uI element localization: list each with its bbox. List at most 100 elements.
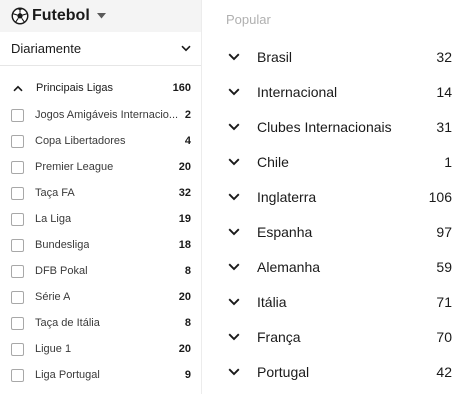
country-item[interactable]: França 70 xyxy=(203,319,466,354)
league-item[interactable]: Ligue 1 20 xyxy=(0,336,201,362)
period-label: Diariamente xyxy=(11,41,82,56)
league-name: Copa Libertadores xyxy=(35,135,126,147)
country-item[interactable]: Inglaterra 106 xyxy=(203,179,466,214)
league-count: 4 xyxy=(184,135,191,147)
league-checkbox[interactable] xyxy=(11,342,24,356)
country-name: Clubes Internacionais xyxy=(257,118,392,135)
league-count: 9 xyxy=(184,369,191,381)
league-checkbox[interactable] xyxy=(11,108,24,122)
country-count: 97 xyxy=(436,223,452,240)
chevron-down-icon xyxy=(228,298,240,305)
league-name: DFB Pokal xyxy=(35,265,88,277)
league-name: Bundesliga xyxy=(35,239,90,251)
country-count: 1 xyxy=(444,153,452,170)
country-item[interactable]: Alemanha 59 xyxy=(203,249,466,284)
league-name: Liga Portugal xyxy=(35,369,100,381)
country-item[interactable]: Itália 71 xyxy=(203,284,466,319)
country-item[interactable]: Clubes Internacionais 31 xyxy=(203,109,466,144)
league-item[interactable]: Taça de Itália 8 xyxy=(0,310,201,336)
chevron-down-icon xyxy=(228,123,240,130)
league-item[interactable]: Taça FA 32 xyxy=(0,180,201,206)
sports-filter-panel: Futebol Diariamente Principais Ligas 160… xyxy=(0,0,466,394)
country-count: 31 xyxy=(436,118,452,135)
league-count: 20 xyxy=(178,343,191,355)
popular-heading: Popular xyxy=(226,12,271,27)
country-name: Portugal xyxy=(257,363,310,380)
chevron-up-icon xyxy=(13,85,23,91)
league-count: 20 xyxy=(178,161,191,173)
country-count: 32 xyxy=(436,48,452,65)
league-item[interactable]: Liga Portugal 9 xyxy=(0,362,201,388)
country-count: 71 xyxy=(436,293,452,310)
league-item[interactable]: Bundesliga 18 xyxy=(0,232,201,258)
popular-countries-panel: Popular Brasil 32 Internacional 14 Clube… xyxy=(203,0,466,394)
sport-name: Futebol xyxy=(32,7,90,24)
league-count: 32 xyxy=(178,187,191,199)
league-count: 2 xyxy=(184,109,191,121)
country-name: Brasil xyxy=(257,48,293,65)
league-list: Jogos Amigáveis Internacio... 2 Copa Lib… xyxy=(0,102,201,388)
league-checkbox[interactable] xyxy=(11,160,24,174)
league-checkbox[interactable] xyxy=(11,134,24,148)
country-count: 70 xyxy=(436,328,452,345)
league-name: Premier League xyxy=(35,161,114,173)
league-group-header[interactable]: Principais Ligas 160 xyxy=(0,78,201,98)
period-selector[interactable]: Diariamente xyxy=(0,32,201,66)
country-count: 14 xyxy=(436,83,452,100)
chevron-down-icon xyxy=(228,193,240,200)
country-item[interactable]: Brasil 32 xyxy=(203,39,466,74)
country-name: França xyxy=(257,328,301,345)
league-item[interactable]: Jogos Amigáveis Internacio... 2 xyxy=(0,102,201,128)
league-item[interactable]: DFB Pokal 8 xyxy=(0,258,201,284)
country-count: 59 xyxy=(436,258,452,275)
country-item[interactable]: Chile 1 xyxy=(203,144,466,179)
country-name: Internacional xyxy=(257,83,338,100)
league-checkbox[interactable] xyxy=(11,316,24,330)
league-count: 8 xyxy=(184,265,191,277)
caret-down-icon xyxy=(96,13,106,19)
country-count: 42 xyxy=(436,363,452,380)
league-group-count: 160 xyxy=(172,82,191,94)
league-name: Taça de Itália xyxy=(35,317,100,329)
chevron-down-icon xyxy=(228,53,240,60)
country-name: Inglaterra xyxy=(257,188,317,205)
league-checkbox[interactable] xyxy=(11,238,24,252)
country-list: Brasil 32 Internacional 14 Clubes Intern… xyxy=(203,39,466,389)
league-item[interactable]: Série A 20 xyxy=(0,284,201,310)
country-count: 106 xyxy=(428,188,452,205)
league-checkbox[interactable] xyxy=(11,290,24,304)
league-count: 19 xyxy=(178,213,191,225)
league-item[interactable]: La Liga 19 xyxy=(0,206,201,232)
chevron-down-icon xyxy=(228,333,240,340)
chevron-down-icon xyxy=(228,228,240,235)
country-name: Itália xyxy=(257,293,287,310)
soccer-ball-icon xyxy=(11,7,29,25)
chevron-down-icon xyxy=(181,45,191,52)
country-item[interactable]: Espanha 97 xyxy=(203,214,466,249)
league-name: La Liga xyxy=(35,213,72,225)
league-name: Taça FA xyxy=(35,187,75,199)
league-name: Série A xyxy=(35,291,71,303)
league-filter-sidebar: Futebol Diariamente Principais Ligas 160… xyxy=(0,0,202,394)
chevron-down-icon xyxy=(228,158,240,165)
chevron-down-icon xyxy=(228,263,240,270)
country-item[interactable]: Internacional 14 xyxy=(203,74,466,109)
league-checkbox[interactable] xyxy=(11,212,24,226)
league-item[interactable]: Copa Libertadores 4 xyxy=(0,128,201,154)
league-group-label: Principais Ligas xyxy=(36,82,114,94)
sport-selector[interactable]: Futebol xyxy=(0,0,201,32)
chevron-down-icon xyxy=(228,88,240,95)
league-checkbox[interactable] xyxy=(11,264,24,278)
country-item[interactable]: Portugal 42 xyxy=(203,354,466,389)
league-count: 18 xyxy=(178,239,191,251)
league-checkbox[interactable] xyxy=(11,186,24,200)
league-item[interactable]: Premier League 20 xyxy=(0,154,201,180)
league-name: Jogos Amigáveis Internacio... xyxy=(35,109,179,121)
league-name: Ligue 1 xyxy=(35,343,72,355)
league-checkbox[interactable] xyxy=(11,368,24,382)
country-name: Alemanha xyxy=(257,258,321,275)
country-name: Chile xyxy=(257,153,289,170)
league-count: 8 xyxy=(184,317,191,329)
chevron-down-icon xyxy=(228,368,240,375)
league-count: 20 xyxy=(178,291,191,303)
